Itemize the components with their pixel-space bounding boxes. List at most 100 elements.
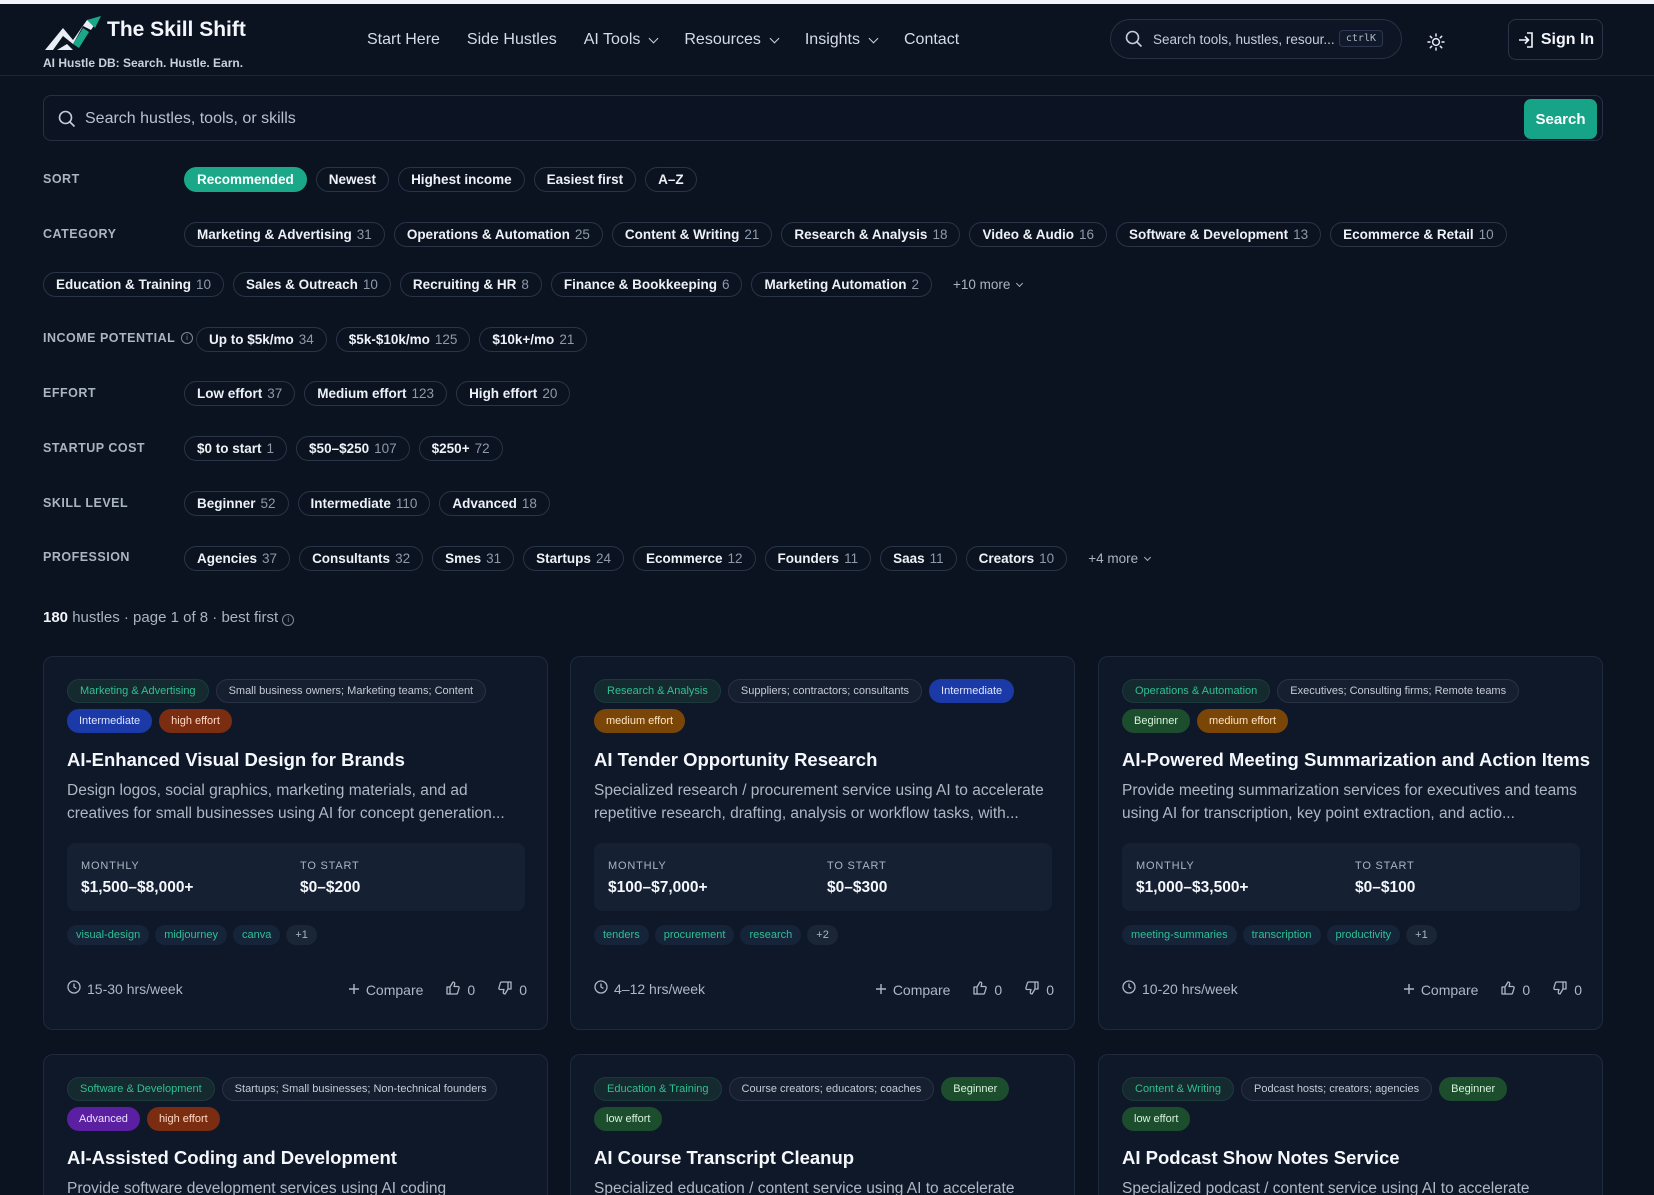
hustle-card[interactable]: Operations & Automation Executives; Consu…	[1098, 656, 1603, 1030]
search-button[interactable]: Search	[1524, 99, 1597, 139]
category-chip-content-writing[interactable]: Content & Writing 21	[611, 222, 773, 247]
card-title[interactable]: AI-Powered Meeting Summarization and Act…	[1122, 749, 1590, 771]
effort-badge: low effort	[1122, 1107, 1191, 1131]
category-chip-marketing-automation[interactable]: Marketing Automation 2	[751, 272, 932, 297]
card-title[interactable]: AI Tender Opportunity Research	[594, 749, 877, 771]
hustle-card[interactable]: Research & Analysis Suppliers; contractor…	[570, 656, 1075, 1030]
profession-chip-agencies[interactable]: Agencies 37	[184, 546, 291, 571]
sort-chip-a-z[interactable]: A–Z	[645, 167, 697, 192]
skill-tag[interactable]: canva	[233, 925, 281, 945]
category-chip-software-development[interactable]: Software & Development 13	[1116, 222, 1322, 247]
main-search-bar[interactable]: Search hustles, tools, or skills Search	[43, 95, 1603, 141]
more-skills-badge[interactable]: +2	[807, 925, 838, 945]
startup-cost-chip-50-250[interactable]: $50–$250 107	[296, 436, 410, 461]
category-chip-ecommerce-retail[interactable]: Ecommerce & Retail 10	[1330, 222, 1507, 247]
hustle-card[interactable]: Content & Writing Podcast hosts; creators…	[1098, 1054, 1603, 1195]
chip-count: 37	[262, 551, 278, 566]
category-chip-research-analysis[interactable]: Research & Analysis 18	[781, 222, 961, 247]
category-more-toggle[interactable]: +10 more	[953, 277, 1024, 292]
category-chip-operations-automation[interactable]: Operations & Automation 25	[393, 222, 603, 247]
card-title[interactable]: AI Course Transcript Cleanup	[594, 1147, 854, 1169]
profession-more-toggle[interactable]: +4 more	[1088, 551, 1152, 566]
chip-count: 21	[559, 332, 575, 347]
sort-chip-highest-income[interactable]: Highest income	[398, 167, 525, 192]
income-chip-10k-mo[interactable]: $10k+/mo 21	[479, 327, 588, 352]
category-chip-education-training[interactable]: Education & Training 10	[43, 272, 225, 297]
profession-chip-saas[interactable]: Saas 11	[880, 546, 957, 571]
nav-contact[interactable]: Contact	[904, 31, 959, 49]
category-tag[interactable]: Content & Writing	[1122, 1077, 1235, 1101]
skill-tag[interactable]: transcription	[1242, 925, 1321, 945]
compare-button[interactable]: Compare	[1403, 982, 1478, 998]
profession-chip-startups[interactable]: Startups 24	[523, 546, 624, 571]
chip-label: Startups	[536, 551, 591, 566]
category-tag[interactable]: Education & Training	[594, 1077, 722, 1101]
brand-name[interactable]: The Skill Shift	[107, 18, 246, 42]
profession-chip-smes[interactable]: Smes 31	[432, 546, 515, 571]
hustle-card[interactable]: Software & Development Startups; Small bu…	[43, 1054, 548, 1195]
category-chip-recruiting-hr[interactable]: Recruiting & HR 8	[399, 272, 542, 297]
more-skills-badge[interactable]: +1	[1406, 925, 1437, 945]
sort-chip-easiest-first[interactable]: Easiest first	[533, 167, 637, 192]
skill-tag[interactable]: meeting-summaries	[1122, 925, 1237, 945]
category-chip-finance-bookkeeping[interactable]: Finance & Bookkeeping 6	[550, 272, 743, 297]
profession-chip-consultants[interactable]: Consultants 32	[299, 546, 424, 571]
sort-chip-newest[interactable]: Newest	[315, 167, 390, 192]
profession-chip-founders[interactable]: Founders 11	[764, 546, 872, 571]
skill-tags: tenders procurement research +2	[594, 925, 838, 945]
sort-chip-recommended[interactable]: Recommended	[184, 167, 307, 192]
category-tag[interactable]: Research & Analysis	[594, 679, 721, 703]
nav-insights[interactable]: Insights	[805, 31, 879, 49]
skill-tag[interactable]: visual-design	[67, 925, 150, 945]
info-icon[interactable]: i	[282, 614, 295, 626]
category-chip-sales-outreach[interactable]: Sales & Outreach 10	[233, 272, 391, 297]
skill-level-chip-advanced[interactable]: Advanced 18	[439, 491, 550, 516]
startup-cost-chip-250[interactable]: $250+ 72	[418, 436, 503, 461]
skill-level-chip-beginner[interactable]: Beginner 52	[184, 491, 289, 516]
header-search[interactable]: Search tools, hustles, resour... ctrlK	[1110, 19, 1402, 59]
category-chip-video-audio[interactable]: Video & Audio 16	[969, 222, 1108, 247]
upvote-button[interactable]: 0	[1500, 980, 1530, 999]
effort-chip-medium-effort[interactable]: Medium effort 123	[304, 381, 448, 406]
sign-in-button[interactable]: Sign In	[1508, 19, 1603, 60]
skill-tag[interactable]: research	[740, 925, 802, 945]
income-chip-5k-10k-mo[interactable]: $5k-$10k/mo 125	[335, 327, 471, 352]
nav-resources[interactable]: Resources	[684, 31, 780, 49]
chip-label: Founders	[777, 551, 840, 566]
upvote-button[interactable]: 0	[445, 980, 475, 999]
category-tag[interactable]: Marketing & Advertising	[67, 679, 209, 703]
income-chip-up-to-5k-mo[interactable]: Up to $5k/mo 34	[196, 327, 327, 352]
main-search-input[interactable]: Search hustles, tools, or skills	[85, 110, 296, 128]
category-chip-marketing-advertising[interactable]: Marketing & Advertising 31	[184, 222, 385, 247]
hustle-card[interactable]: Marketing & Advertising Small business ow…	[43, 656, 548, 1030]
downvote-button[interactable]: 0	[1552, 980, 1582, 999]
skill-tag[interactable]: midjourney	[155, 925, 228, 945]
compare-button[interactable]: Compare	[348, 982, 423, 998]
profession-chip-ecommerce[interactable]: Ecommerce 12	[632, 546, 756, 571]
card-title[interactable]: AI-Enhanced Visual Design for Brands	[67, 749, 405, 771]
downvote-button[interactable]: 0	[497, 980, 527, 999]
upvote-button[interactable]: 0	[972, 980, 1002, 999]
skill-tag[interactable]: tenders	[594, 925, 649, 945]
card-title[interactable]: AI-Assisted Coding and Development	[67, 1147, 397, 1169]
category-tag[interactable]: Operations & Automation	[1122, 679, 1271, 703]
info-icon[interactable]: i	[181, 332, 194, 344]
effort-chip-low-effort[interactable]: Low effort 37	[184, 381, 296, 406]
nav-side-hustles[interactable]: Side Hustles	[467, 31, 557, 49]
compare-button[interactable]: Compare	[875, 982, 950, 998]
downvote-button[interactable]: 0	[1024, 980, 1054, 999]
logo-icon[interactable]	[43, 14, 103, 56]
startup-cost-chip-0-to-start[interactable]: $0 to start 1	[184, 436, 288, 461]
skill-level-chip-intermediate[interactable]: Intermediate 110	[297, 491, 431, 516]
more-skills-badge[interactable]: +1	[286, 925, 317, 945]
nav-start-here[interactable]: Start Here	[367, 31, 440, 49]
hustle-card[interactable]: Education & Training Course creators; edu…	[570, 1054, 1075, 1195]
effort-chip-high-effort[interactable]: High effort 20	[456, 381, 571, 406]
skill-tag[interactable]: productivity	[1326, 925, 1401, 945]
card-title[interactable]: AI Podcast Show Notes Service	[1122, 1147, 1400, 1169]
skill-tag[interactable]: procurement	[654, 925, 735, 945]
theme-toggle-icon[interactable]	[1427, 33, 1445, 51]
category-tag[interactable]: Software & Development	[67, 1077, 215, 1101]
nav-ai-tools[interactable]: AI Tools	[584, 31, 659, 49]
profession-chip-creators[interactable]: Creators 10	[965, 546, 1068, 571]
